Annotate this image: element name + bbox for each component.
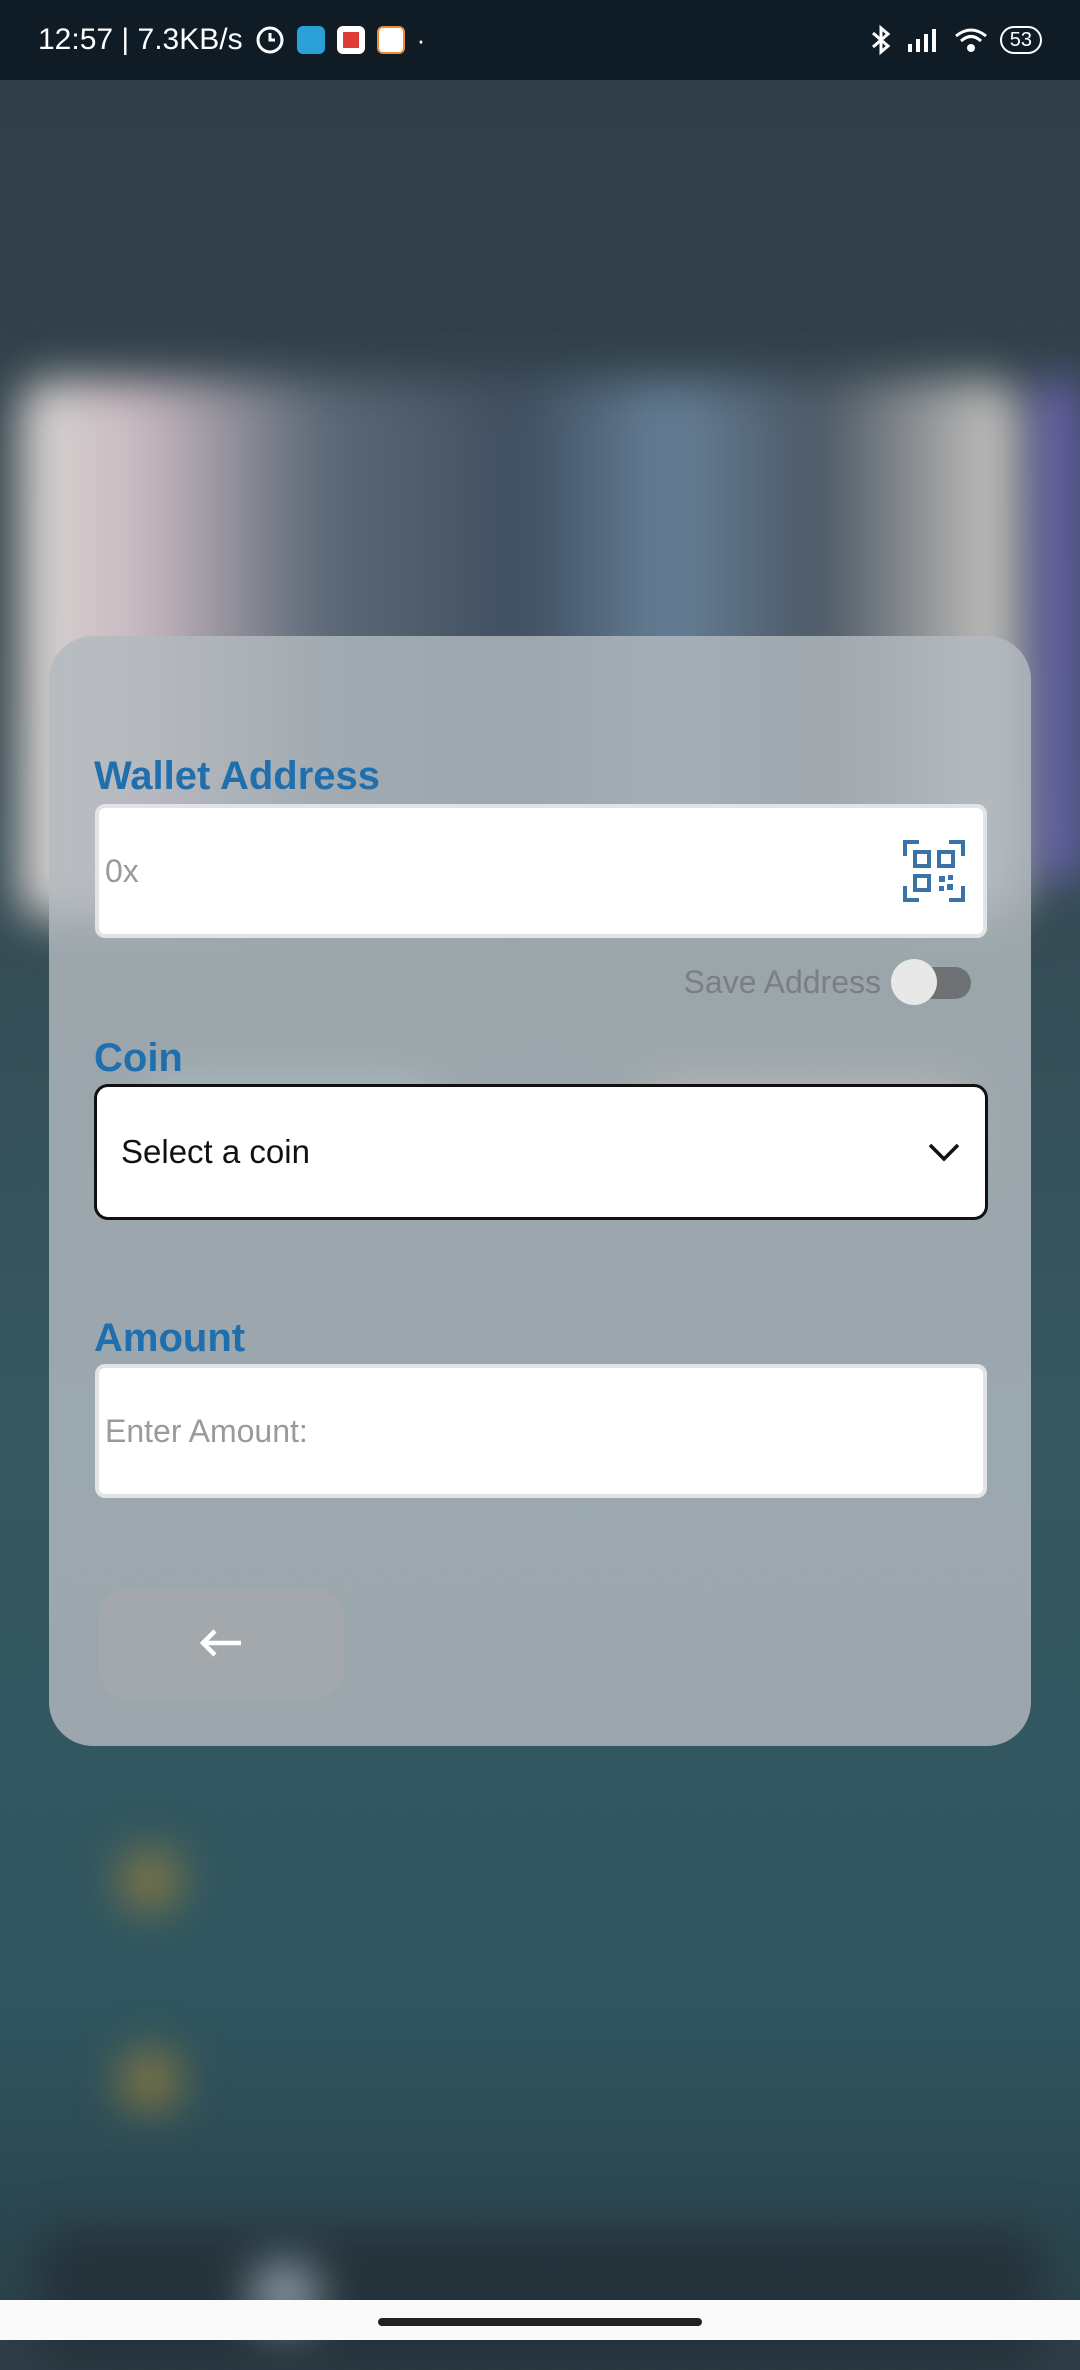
wifi-icon — [954, 28, 987, 52]
status-left: 12:57 | 7.3KB/s · — [38, 23, 425, 57]
amount-placeholder: Enter Amount: — [105, 1412, 308, 1449]
qr-scan-icon[interactable] — [903, 840, 965, 902]
arrow-left-icon — [199, 1629, 241, 1657]
alarm-icon — [256, 26, 284, 54]
amount-input[interactable]: Enter Amount: — [95, 1364, 987, 1498]
home-indicator[interactable] — [378, 2318, 702, 2326]
wallet-address-input[interactable]: 0x — [95, 804, 987, 938]
telegram-icon — [296, 26, 325, 54]
coin-label: Coin — [94, 1036, 183, 1080]
background-banner-edge — [1040, 380, 1080, 880]
more-dot-icon: · — [416, 24, 426, 55]
send-dialog: Wallet Address 0x Save Address Coin Sele… — [49, 636, 1031, 1746]
app-shop-icon — [376, 26, 405, 54]
chevron-down-icon — [928, 1143, 960, 1162]
amount-label: Amount — [94, 1316, 246, 1360]
save-address-toggle[interactable] — [891, 958, 971, 1005]
coin-select-value: Select a coin — [121, 1133, 310, 1170]
battery-indicator: 53 — [999, 26, 1042, 54]
background-coin-icon — [120, 1850, 180, 1910]
status-right: 53 — [868, 24, 1042, 56]
coin-select[interactable]: Select a coin — [94, 1084, 988, 1220]
signal-icon — [907, 29, 936, 52]
status-bar: 12:57 | 7.3KB/s · 53 — [0, 0, 1080, 80]
wallet-address-placeholder: 0x — [105, 852, 139, 889]
background-coin-icon — [120, 2050, 180, 2110]
wallet-address-label: Wallet Address — [94, 754, 380, 798]
status-time: 12:57 | 7.3KB/s — [38, 23, 243, 56]
save-address-label: Save Address — [683, 964, 881, 1000]
app-red-icon — [336, 26, 365, 54]
back-button[interactable] — [98, 1588, 344, 1698]
save-address-row: Save Address — [683, 958, 971, 1005]
bluetooth-icon — [871, 24, 891, 56]
toggle-knob — [891, 958, 937, 1005]
